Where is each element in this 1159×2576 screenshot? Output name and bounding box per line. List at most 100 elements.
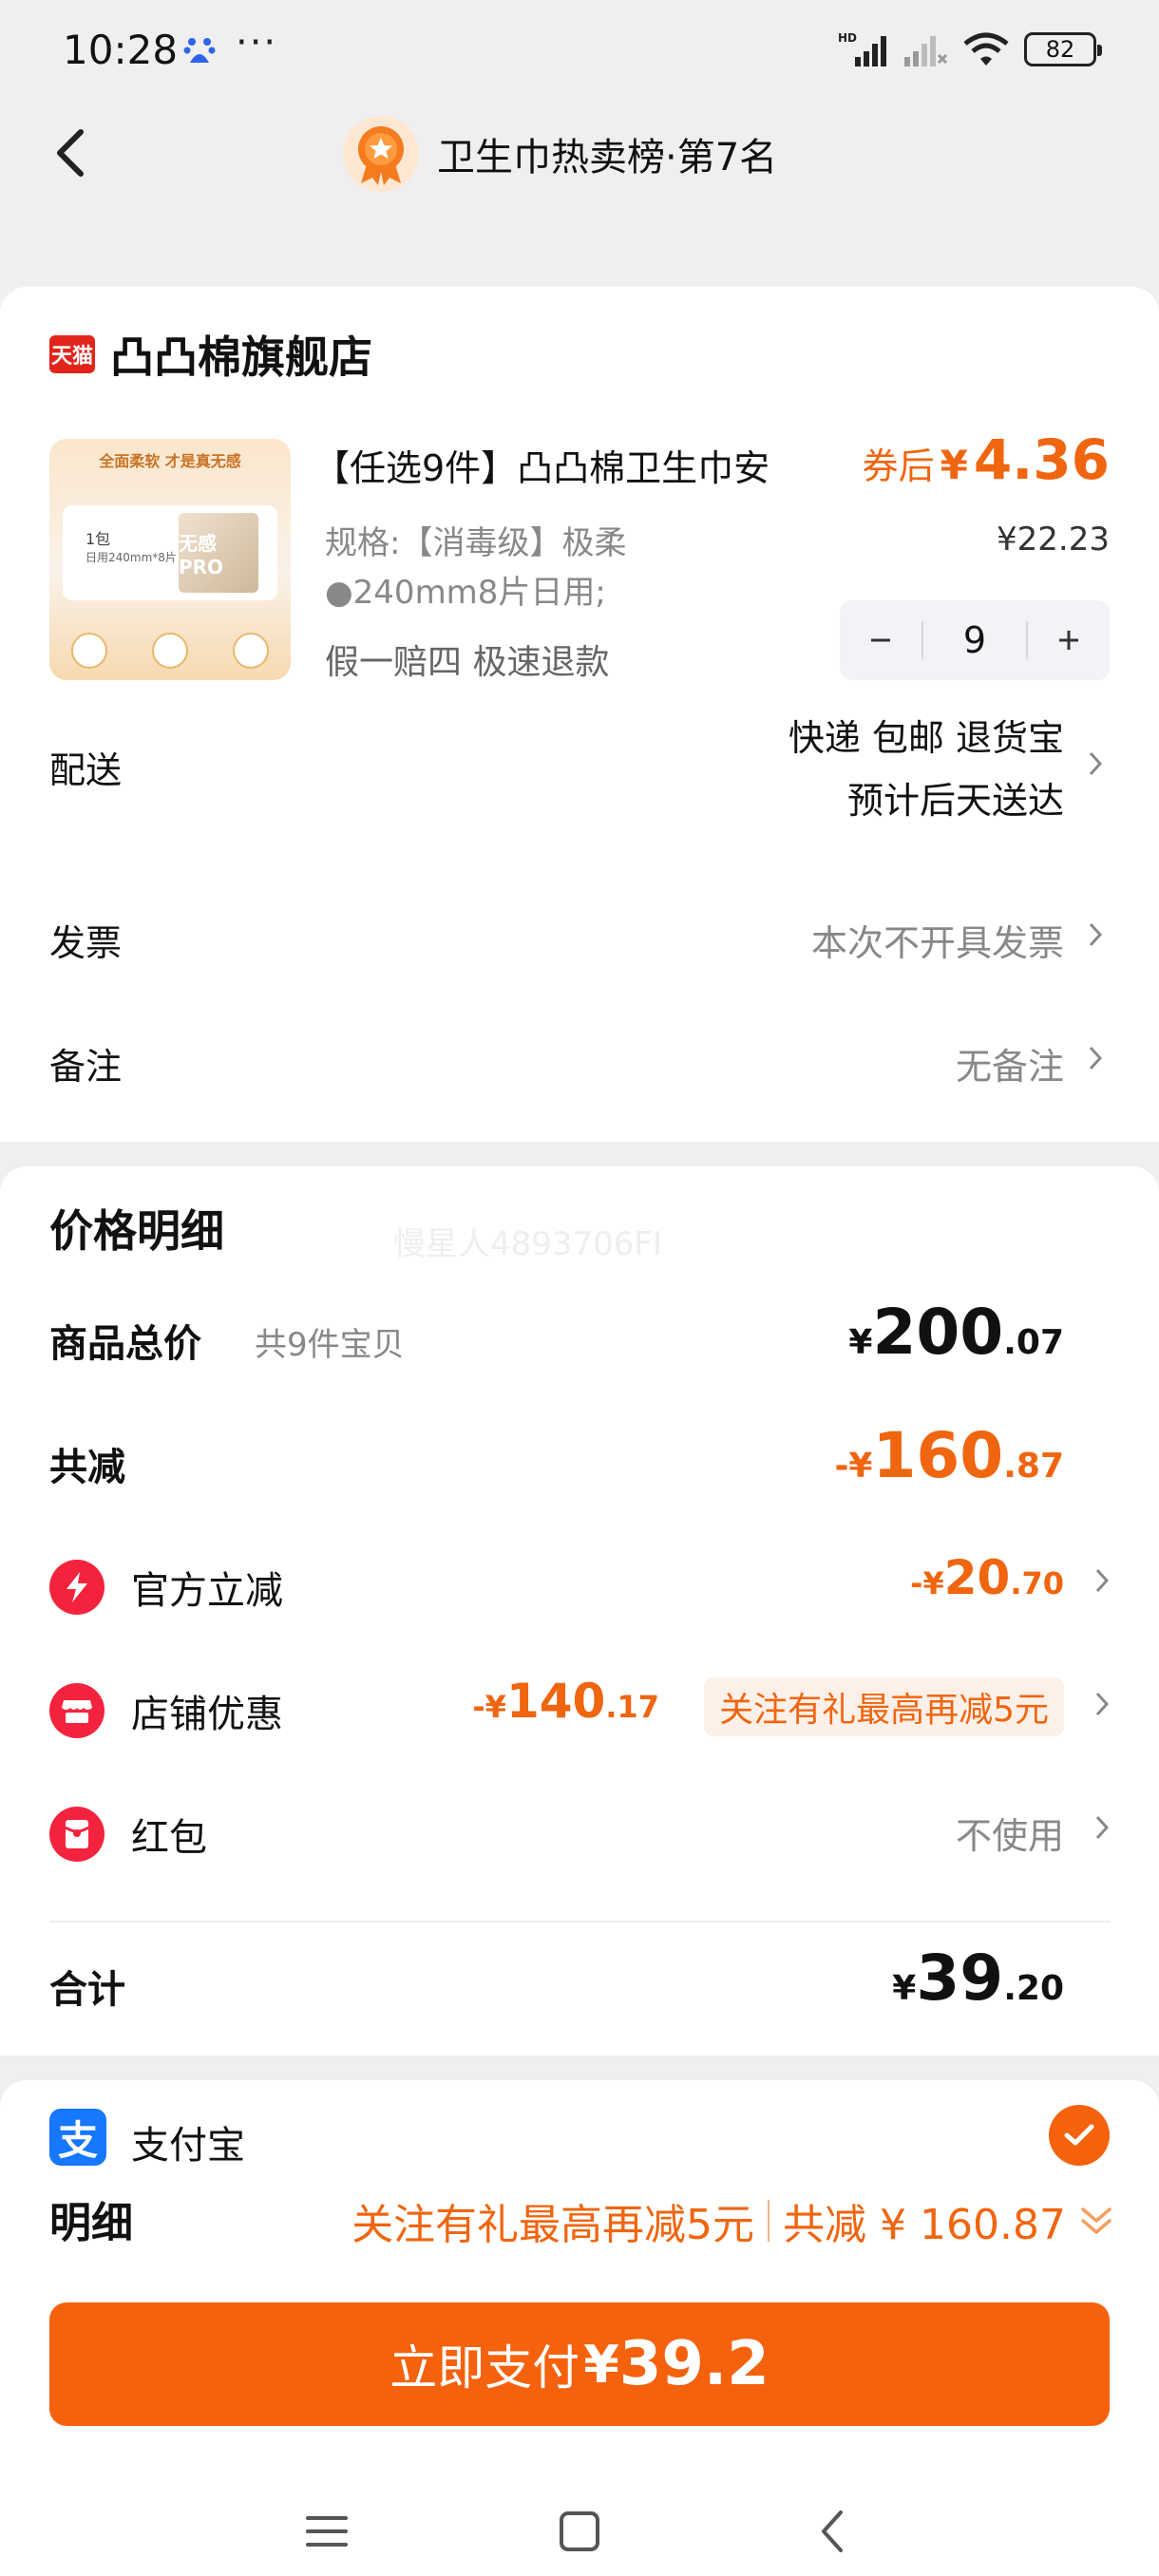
chevron-double-down-icon — [1081, 2207, 1112, 2234]
invoice-row[interactable]: 发票 本次不开具发票 — [49, 914, 1110, 971]
coupon-amount: 4.36 — [973, 427, 1110, 492]
note-label: 备注 — [49, 1046, 123, 1088]
payment-method-label: 支付宝 — [131, 2124, 245, 2166]
product-image-tagline: 全面柔软 才是真无感 — [99, 452, 241, 470]
quantity-stepper: 9 — [840, 600, 1110, 680]
product-image-line1: 1包 — [86, 530, 111, 548]
shop-discount-amount: -¥ 140.17 — [472, 1674, 659, 1729]
detail-label[interactable]: 明细 — [49, 2188, 133, 2249]
coupon-price: 券后 ¥ 4.36 — [863, 427, 1110, 492]
watermark: 慢星人4893706FI — [393, 1225, 663, 1263]
goods-total-amount: ¥200.07 — [848, 1296, 1064, 1369]
lightning-icon — [49, 1560, 104, 1615]
nav-back-button[interactable] — [794, 2498, 870, 2565]
total-reduction-label: 共减 — [49, 1446, 125, 1489]
status-time: 10:28 — [63, 27, 179, 73]
plus-icon — [1059, 631, 1078, 650]
wifi-icon — [963, 32, 1009, 66]
medal-icon — [343, 116, 419, 192]
back-button[interactable] — [38, 120, 104, 186]
invoice-label: 发票 — [49, 922, 123, 964]
increase-button[interactable] — [1028, 600, 1110, 680]
red-packet-label: 红包 — [131, 1816, 207, 1860]
product-title[interactable]: 【任选9件】凸凸棉卫生巾安 — [314, 439, 826, 491]
ranking-title[interactable]: 卫生巾热卖榜·第7名 — [342, 114, 777, 194]
product-package: 1包 日用240mm*8片 无感PRO — [63, 505, 277, 600]
shop-icon — [49, 1683, 104, 1738]
detail-promo: 关注有礼最高再减5元 — [352, 2201, 755, 2249]
note-row[interactable]: 备注 无备注 — [49, 1037, 1110, 1094]
status-more-icon: ··· — [236, 21, 278, 65]
delivery-row[interactable]: 配送 快递 包邮 退货宝 预计后天送达 — [49, 705, 1110, 822]
official-discount-label: 官方立减 — [131, 1569, 283, 1613]
store-header[interactable]: 天猫 凸凸棉旗舰店 — [49, 323, 372, 386]
product-spec-line2[interactable]: ●240mm8片日用; — [325, 566, 606, 613]
delivery-label: 配送 — [49, 749, 123, 791]
divider — [49, 1921, 1110, 1923]
store-name: 凸凸棉旗舰店 — [110, 331, 372, 383]
price-detail-title: 价格明细 — [49, 1205, 224, 1257]
status-bar: 10:28 ··· HD 82 — [0, 0, 1159, 101]
signal-2-icon — [904, 36, 948, 66]
total-reduction-amount: -¥ 160.87 — [834, 1419, 1064, 1492]
baidu-icon — [183, 38, 216, 63]
pay-amount: 39.2 — [618, 2329, 770, 2399]
page-header: 卫生巾热卖榜·第7名 — [0, 101, 1159, 205]
goods-total-row: 商品总价 共9件宝贝 ¥200.07 — [49, 1296, 1110, 1375]
product-image-box: 无感PRO — [179, 513, 258, 593]
tmall-badge: 天猫 — [49, 335, 95, 373]
chevron-right-icon — [1094, 1814, 1110, 1845]
order-card: 天猫 凸凸棉旗舰店 全面柔软 才是真无感 1包 日用240mm*8片 无感PRO… — [0, 287, 1159, 1142]
nav-menu-button[interactable] — [289, 2498, 365, 2565]
chevron-left-icon — [57, 129, 84, 177]
page-title: 卫生巾热卖榜·第7名 — [437, 136, 778, 180]
battery-indicator: 82 — [1024, 32, 1102, 66]
official-discount-amount: -¥ 20.70 — [910, 1550, 1064, 1605]
total-reduction-row: 共减 -¥ 160.87 — [49, 1419, 1110, 1499]
chevron-right-icon — [1094, 1567, 1110, 1598]
sum-label: 合计 — [49, 1968, 125, 2012]
chevron-right-icon — [1081, 1039, 1110, 1077]
nav-home-button[interactable] — [542, 2498, 618, 2565]
detail-saving: 共减 ¥ 160.87 — [783, 2201, 1066, 2249]
sum-row: 合计 ¥39.20 — [49, 1941, 1110, 2021]
delivery-line2: 预计后天送达 — [846, 780, 1064, 822]
follow-gift-badge[interactable]: 关注有礼最高再减5元 — [704, 1677, 1064, 1736]
payment-method-card[interactable]: 支 支付宝 — [0, 2080, 1159, 2166]
chevron-right-icon — [1094, 1691, 1110, 1721]
pay-now-button[interactable]: 立即支付 ¥ 39.2 — [49, 2302, 1110, 2426]
official-discount-row[interactable]: 官方立减 -¥ 20.70 — [49, 1546, 1110, 1622]
product-spec-line1[interactable]: 规格:【消毒级】极柔 — [325, 517, 626, 563]
product-service-tags: 假一赔四 极速退款 — [325, 643, 610, 682]
red-packet-row[interactable]: 红包 不使用 — [49, 1793, 1110, 1869]
goods-total-label: 商品总价 — [49, 1322, 201, 1366]
shop-discount-row[interactable]: 店铺优惠 -¥ 140.17 关注有礼最高再减5元 — [49, 1670, 1110, 1746]
bottom-bar: 明细 关注有礼最高再减5元 共减 ¥ 160.87 立即支付 ¥ 39.2 — [0, 2166, 1159, 2576]
original-price: ¥22.23 — [997, 521, 1110, 559]
menu-icon — [306, 2516, 348, 2547]
top-bar: 10:28 ··· HD 82 卫生巾热卖榜·第7名 — [0, 0, 1159, 234]
chevron-right-icon — [1081, 745, 1110, 783]
selected-check-icon[interactable] — [1049, 2105, 1110, 2166]
nav-back-icon — [822, 2510, 843, 2552]
product-image[interactable]: 全面柔软 才是真无感 1包 日用240mm*8片 无感PRO — [49, 439, 291, 680]
detail-summary[interactable]: 关注有礼最高再减5元 共减 ¥ 160.87 — [352, 2190, 1113, 2251]
invoice-value: 本次不开具发票 — [810, 922, 1064, 964]
home-square-icon — [560, 2511, 599, 2551]
separator — [768, 2200, 770, 2242]
sum-amount: ¥39.20 — [892, 1941, 1064, 2015]
note-value: 无备注 — [955, 1046, 1064, 1088]
chevron-right-icon — [1081, 916, 1110, 954]
shop-discount-label: 店铺优惠 — [131, 1693, 283, 1736]
alipay-icon: 支 — [49, 2109, 106, 2166]
battery-level: 82 — [1045, 36, 1075, 63]
red-packet-value: 不使用 — [955, 1815, 1064, 1857]
system-nav-bar — [0, 2489, 1159, 2576]
quantity-value[interactable]: 9 — [922, 619, 1028, 661]
decrease-button[interactable] — [840, 600, 922, 680]
product-feature-icons — [49, 633, 291, 669]
red-packet-icon — [49, 1807, 104, 1862]
svg-text:HD: HD — [838, 31, 857, 45]
signal-hd-icon: HD — [838, 31, 886, 66]
product-image-line2: 日用240mm*8片 — [86, 551, 177, 564]
